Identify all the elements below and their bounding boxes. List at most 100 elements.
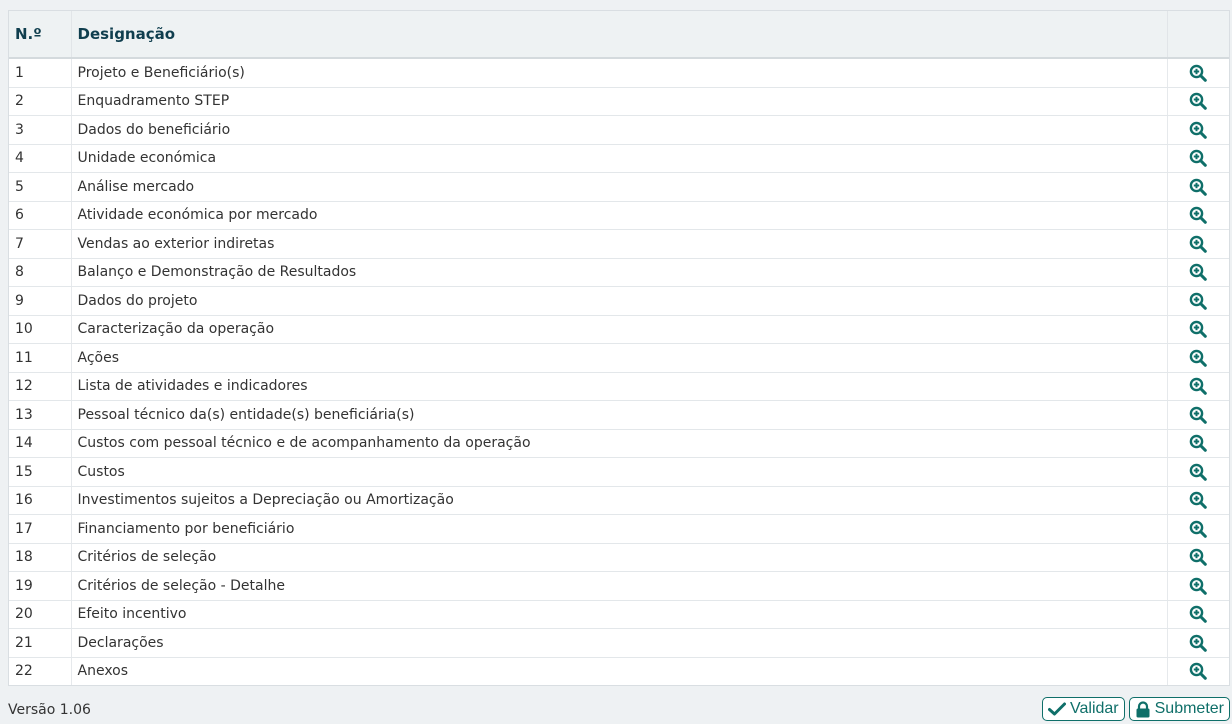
table-body: 1 Projeto e Beneficiário(s) 2 Enquadramento…: [9, 58, 1229, 685]
row-actions: [1167, 315, 1229, 344]
table-row[interactable]: 13 Pessoal técnico da(s) entidade(s) bene…: [9, 400, 1229, 430]
row-number: 10: [9, 315, 72, 344]
zoom-in-icon[interactable]: [1189, 178, 1208, 196]
table-row[interactable]: 8 Balanço e Demonstração de Resultados: [9, 258, 1229, 287]
row-designation: Dados do beneficiário: [71, 115, 1168, 145]
column-header-number[interactable]: N.º: [9, 11, 72, 59]
column-header-actions: [1167, 11, 1229, 59]
zoom-in-icon[interactable]: [1189, 662, 1208, 681]
column-header-designation[interactable]: Designação: [71, 11, 1168, 59]
zoom-in-icon[interactable]: [1189, 491, 1208, 510]
table-row[interactable]: 17 Financiamento por beneficiário: [9, 514, 1229, 544]
table-row[interactable]: 11 Ações: [9, 343, 1229, 373]
table-row[interactable]: 4 Unidade económica: [9, 144, 1229, 173]
row-actions: [1167, 58, 1229, 88]
row-designation: Análise mercado: [71, 172, 1168, 202]
zoom-in-icon[interactable]: [1189, 292, 1208, 310]
row-actions: [1167, 400, 1229, 430]
table-row[interactable]: 5 Análise mercado: [9, 172, 1229, 202]
table-row[interactable]: 9 Dados do projeto: [9, 286, 1229, 316]
zoom-in-icon[interactable]: [1189, 235, 1208, 253]
table-row[interactable]: 20 Efeito incentivo: [9, 600, 1229, 629]
footer-actions: Validar Submeter: [1042, 697, 1230, 721]
table-row[interactable]: 22 Anexos: [9, 657, 1229, 685]
row-actions: [1167, 144, 1229, 173]
row-actions: [1167, 486, 1229, 515]
sections-table-container: N.º Designação 1 Projeto e Beneficiário(s…: [8, 10, 1230, 686]
row-designation: Unidade económica: [71, 144, 1168, 173]
zoom-in-icon[interactable]: [1189, 634, 1208, 652]
zoom-in-icon[interactable]: [1189, 263, 1208, 282]
row-designation: Custos com pessoal técnico e de acompanh…: [71, 429, 1168, 458]
table-row[interactable]: 21 Declarações: [9, 628, 1229, 658]
table-row[interactable]: 6 Atividade económica por mercado: [9, 201, 1229, 230]
row-actions: [1167, 543, 1229, 572]
zoom-in-icon[interactable]: [1189, 121, 1208, 139]
zoom-in-icon[interactable]: [1189, 320, 1208, 339]
zoom-in-icon[interactable]: [1189, 92, 1208, 111]
row-designation: Atividade económica por mercado: [71, 201, 1168, 230]
sections-table: N.º Designação 1 Projeto e Beneficiário(s…: [9, 11, 1229, 685]
row-designation: Pessoal técnico da(s) entidade(s) benefi…: [71, 400, 1168, 430]
footer-bar: Versão 1.06 Validar Submeter: [8, 697, 1230, 721]
row-actions: [1167, 571, 1229, 601]
row-actions: [1167, 628, 1229, 658]
row-number: 15: [9, 457, 72, 487]
validate-button[interactable]: Validar: [1042, 697, 1125, 721]
row-designation: Balanço e Demonstração de Resultados: [71, 258, 1168, 287]
zoom-in-icon[interactable]: [1189, 349, 1208, 367]
row-actions: [1167, 514, 1229, 544]
row-designation: Investimentos sujeitos a Depreciação ou …: [71, 486, 1168, 515]
row-designation: Critérios de seleção: [71, 543, 1168, 572]
row-number: 3: [9, 115, 72, 145]
row-number: 20: [9, 600, 72, 629]
row-actions: [1167, 172, 1229, 202]
table-row[interactable]: 3 Dados do beneficiário: [9, 115, 1229, 145]
zoom-in-icon[interactable]: [1189, 377, 1208, 396]
check-icon: [1048, 702, 1066, 716]
row-designation: Ações: [71, 343, 1168, 373]
table-row[interactable]: 19 Critérios de seleção - Detalhe: [9, 571, 1229, 601]
row-actions: [1167, 372, 1229, 401]
row-designation: Financiamento por beneficiário: [71, 514, 1168, 544]
table-row[interactable]: 15 Custos: [9, 457, 1229, 487]
row-number: 17: [9, 514, 72, 544]
row-number: 14: [9, 429, 72, 458]
row-number: 9: [9, 286, 72, 316]
row-number: 19: [9, 571, 72, 601]
zoom-in-icon[interactable]: [1189, 434, 1208, 453]
zoom-in-icon[interactable]: [1189, 463, 1208, 481]
row-designation: Dados do projeto: [71, 286, 1168, 316]
table-row[interactable]: 12 Lista de atividades e indicadores: [9, 372, 1229, 401]
row-designation: Declarações: [71, 628, 1168, 658]
lock-icon: [1136, 700, 1150, 717]
row-number: 16: [9, 486, 72, 515]
row-number: 22: [9, 657, 72, 685]
table-row[interactable]: 2 Enquadramento STEP: [9, 87, 1229, 116]
row-number: 4: [9, 144, 72, 173]
zoom-in-icon[interactable]: [1189, 149, 1208, 168]
row-actions: [1167, 429, 1229, 458]
row-actions: [1167, 229, 1229, 259]
version-label: Versão 1.06: [8, 702, 91, 718]
zoom-in-icon[interactable]: [1189, 64, 1208, 82]
table-row[interactable]: 18 Critérios de seleção: [9, 543, 1229, 572]
table-row[interactable]: 14 Custos com pessoal técnico e de acompa…: [9, 429, 1229, 458]
row-number: 1: [9, 58, 72, 88]
table-row[interactable]: 7 Vendas ao exterior indiretas: [9, 229, 1229, 259]
table-row[interactable]: 10 Caracterização da operação: [9, 315, 1229, 344]
table-row[interactable]: 16 Investimentos sujeitos a Depreciação o…: [9, 486, 1229, 515]
zoom-in-icon[interactable]: [1189, 206, 1208, 225]
zoom-in-icon[interactable]: [1189, 577, 1208, 595]
zoom-in-icon[interactable]: [1189, 605, 1208, 624]
submit-button-label: Submeter: [1154, 700, 1224, 717]
submit-button[interactable]: Submeter: [1128, 697, 1230, 721]
row-actions: [1167, 600, 1229, 629]
row-designation: Critérios de seleção - Detalhe: [71, 571, 1168, 601]
zoom-in-icon[interactable]: [1189, 406, 1208, 424]
table-row[interactable]: 1 Projeto e Beneficiário(s): [9, 58, 1229, 88]
row-number: 12: [9, 372, 72, 401]
zoom-in-icon[interactable]: [1189, 520, 1208, 538]
zoom-in-icon[interactable]: [1189, 548, 1208, 567]
row-actions: [1167, 201, 1229, 230]
